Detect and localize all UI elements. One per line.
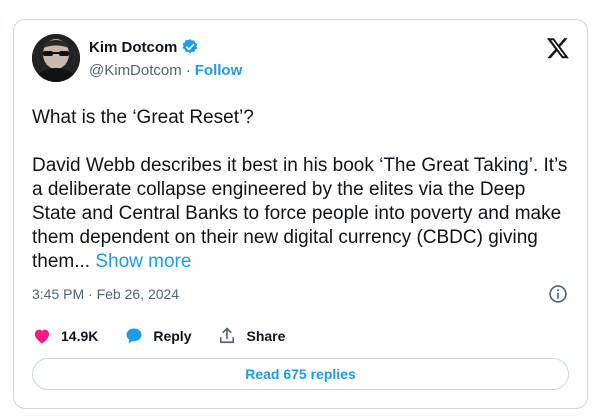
tweet-text: What is the ‘Great Reset’? David Webb des… bbox=[32, 106, 572, 274]
read-replies-button[interactable]: Read 675 replies bbox=[32, 358, 569, 390]
reply-label: Reply bbox=[153, 328, 192, 344]
avatar-image bbox=[32, 34, 80, 82]
action-bar: 14.9K Reply Share bbox=[32, 326, 311, 346]
tweet-embed-card: Kim Dotcom @KimDotcom · Follow What is t… bbox=[13, 19, 588, 409]
info-icon[interactable] bbox=[548, 284, 568, 304]
author-handle[interactable]: @KimDotcom bbox=[89, 62, 182, 79]
x-logo-icon[interactable] bbox=[546, 36, 570, 60]
tweet-timestamp[interactable]: 3:45 PM · Feb 26, 2024 bbox=[32, 286, 179, 302]
share-button[interactable]: Share bbox=[217, 326, 285, 346]
follow-button[interactable]: Follow bbox=[195, 62, 243, 79]
author-handle-row: @KimDotcom · Follow bbox=[89, 62, 242, 79]
reply-button[interactable]: Reply bbox=[124, 326, 191, 346]
author-name[interactable]: Kim Dotcom bbox=[89, 39, 177, 56]
tweet-question: What is the ‘Great Reset’? bbox=[32, 107, 254, 128]
avatar[interactable] bbox=[32, 34, 80, 82]
like-button[interactable]: 14.9K bbox=[32, 326, 98, 346]
separator-dot: · bbox=[185, 62, 191, 79]
author-name-row: Kim Dotcom bbox=[89, 38, 199, 56]
share-icon bbox=[220, 327, 235, 344]
share-label: Share bbox=[246, 328, 286, 344]
verified-badge-icon bbox=[183, 39, 198, 54]
show-more-link[interactable]: Show more bbox=[95, 251, 191, 272]
like-count: 14.9K bbox=[61, 328, 99, 344]
heart-icon bbox=[34, 329, 50, 344]
reply-bubble-icon bbox=[126, 328, 142, 344]
